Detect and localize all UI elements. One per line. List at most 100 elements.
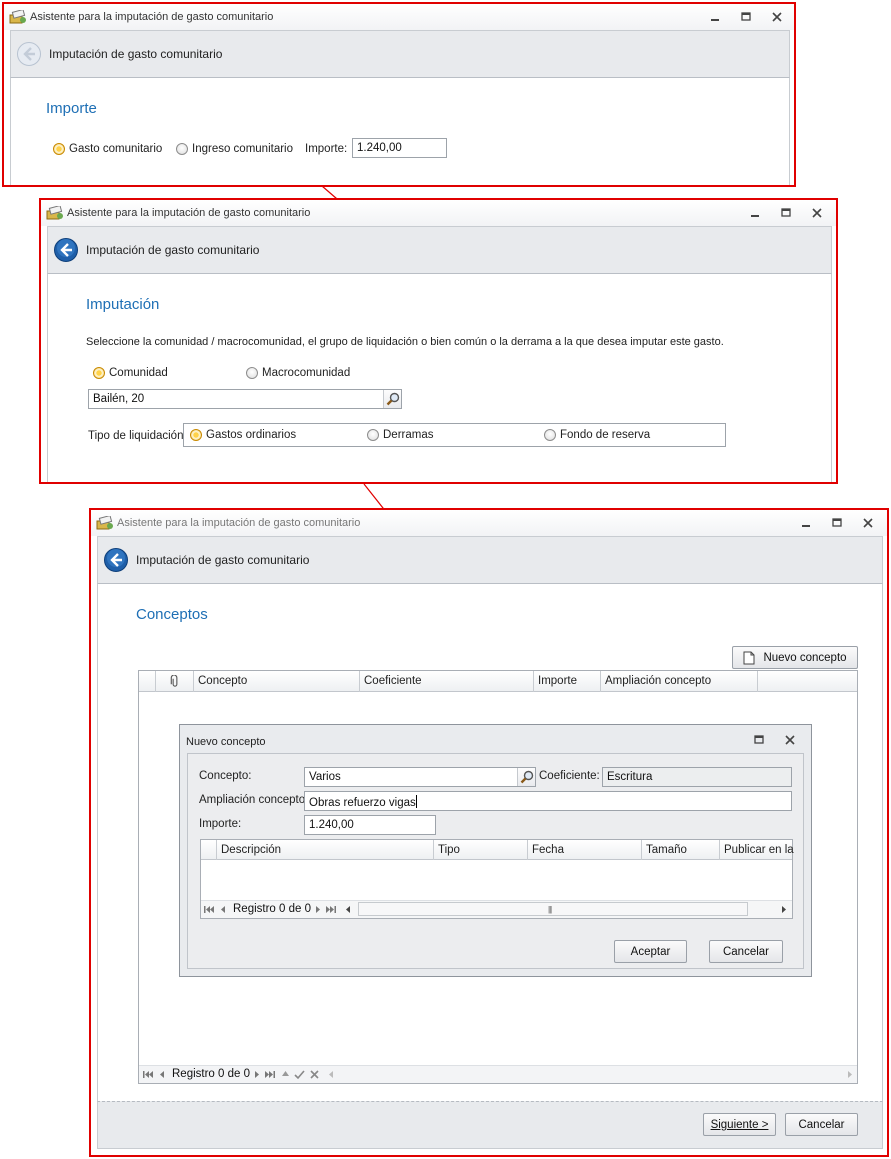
- dialog-body: Concepto: Varios Coeficiente: Escritura …: [187, 753, 804, 969]
- step1-highlight: Asistente para la imputación de gasto co…: [2, 2, 796, 187]
- new-document-icon: [743, 651, 755, 664]
- column-tipo[interactable]: Tipo: [434, 840, 528, 860]
- column-coeficiente[interactable]: Coeficiente: [360, 671, 534, 692]
- column-fecha[interactable]: Fecha: [528, 840, 642, 860]
- concepto-input[interactable]: Varios: [304, 767, 536, 787]
- record-counter: Registro 0 de 0: [172, 1068, 250, 1080]
- importe-value: 1.240,00: [309, 819, 354, 831]
- importe-input[interactable]: 1.240,00: [352, 138, 447, 158]
- importe-input[interactable]: 1.240,00: [304, 815, 436, 835]
- comunidad-value: Bailén, 20: [93, 393, 145, 405]
- radio-ingreso-comunitario[interactable]: Ingreso comunitario: [176, 143, 293, 155]
- step3-window: Asistente para la imputación de gasto co…: [91, 510, 887, 1155]
- back-arrow-icon[interactable]: [16, 41, 42, 67]
- radio-fondo-reserva[interactable]: Fondo de reserva: [544, 429, 650, 441]
- radio-label: Fondo de reserva: [560, 429, 651, 441]
- previous-record-icon[interactable]: [218, 904, 229, 915]
- first-record-icon[interactable]: [203, 904, 214, 915]
- app-icon: [9, 8, 27, 24]
- minimize-icon[interactable]: [797, 515, 815, 531]
- ampliacion-concepto-input[interactable]: Obras refuerzo vigas: [304, 791, 792, 811]
- ampliacion-concepto-label: Ampliación concepto:: [199, 794, 309, 806]
- search-icon[interactable]: [517, 768, 535, 786]
- radio-macrocomunidad[interactable]: Macrocomunidad: [246, 367, 350, 379]
- minimize-icon[interactable]: [706, 9, 724, 25]
- radio-label: Macrocomunidad: [262, 367, 351, 379]
- close-icon[interactable]: [768, 9, 786, 25]
- scroll-left-icon[interactable]: [326, 1069, 337, 1080]
- dialog-title: Nuevo concepto: [186, 736, 266, 748]
- radio-checked-icon: [93, 367, 105, 379]
- ampliacion-concepto-value: Obras refuerzo vigas: [309, 797, 416, 809]
- previous-record-icon[interactable]: [157, 1069, 168, 1080]
- comunidad-input[interactable]: Bailén, 20: [88, 389, 402, 409]
- minimize-icon[interactable]: [746, 205, 764, 221]
- maximize-icon[interactable]: [750, 732, 768, 748]
- window-title: Asistente para la imputación de gasto co…: [67, 207, 311, 219]
- column-tamano[interactable]: Tamaño: [642, 840, 720, 860]
- radio-gasto-comunitario[interactable]: Gasto comunitario: [53, 143, 162, 155]
- wizard-footer: Siguiente > Cancelar: [97, 1101, 883, 1149]
- radio-label: Comunidad: [109, 367, 168, 379]
- last-record-icon[interactable]: [265, 1069, 276, 1080]
- section-title: Conceptos: [136, 606, 208, 623]
- back-arrow-icon[interactable]: [53, 237, 79, 263]
- column-ampliacion-concepto[interactable]: Ampliación concepto: [601, 671, 758, 692]
- horizontal-scrollbar[interactable]: |||: [358, 902, 748, 916]
- coeficiente-input[interactable]: Escritura: [602, 767, 792, 787]
- title-bar: Asistente para la imputación de gasto co…: [91, 510, 887, 536]
- close-icon[interactable]: [808, 205, 826, 221]
- confirm-check-icon[interactable]: [294, 1069, 305, 1080]
- radio-comunidad[interactable]: Comunidad: [93, 367, 168, 379]
- button-label: Cancelar: [722, 945, 770, 958]
- grid-header: Descripción Tipo Fecha Tamaño Publicar e…: [201, 840, 794, 860]
- grid-indicator-column: [201, 840, 217, 860]
- next-record-icon[interactable]: [251, 1069, 262, 1080]
- tipo-liquidacion-group: Gastos ordinarios Derramas Fondo de rese…: [183, 423, 726, 447]
- cancelar-button[interactable]: Cancelar: [709, 940, 783, 963]
- scroll-right-icon[interactable]: [778, 904, 789, 915]
- header-title: Imputación de gasto comunitario: [49, 47, 223, 61]
- search-icon[interactable]: [383, 390, 401, 408]
- cancel-x-icon[interactable]: [309, 1069, 320, 1080]
- next-record-icon[interactable]: [312, 904, 323, 915]
- nuevo-concepto-button[interactable]: Nuevo concepto: [732, 646, 858, 669]
- button-label: Cancelar: [798, 1118, 845, 1131]
- back-arrow-icon[interactable]: [103, 547, 129, 573]
- wizard-header: Imputación de gasto comunitario: [10, 30, 790, 78]
- last-record-icon[interactable]: [326, 904, 337, 915]
- grid-header: Concepto Coeficiente Importe Ampliación …: [139, 671, 857, 692]
- header-title: Imputación de gasto comunitario: [86, 243, 260, 257]
- add-record-icon[interactable]: [280, 1069, 291, 1080]
- attachment-column[interactable]: [156, 671, 194, 692]
- step2-highlight: Asistente para la imputación de gasto co…: [39, 198, 838, 484]
- column-descripcion[interactable]: Descripción: [217, 840, 434, 860]
- radio-label: Gastos ordinarios: [206, 429, 297, 441]
- coeficiente-label: Coeficiente:: [539, 770, 600, 782]
- radio-gastos-ordinarios[interactable]: Gastos ordinarios: [190, 429, 296, 441]
- step3-content: Conceptos Nuevo concepto Concepto Coefic…: [97, 584, 883, 1101]
- text-cursor: [415, 795, 417, 808]
- cancelar-wizard-button[interactable]: Cancelar: [785, 1113, 858, 1136]
- maximize-icon[interactable]: [737, 9, 755, 25]
- radio-label: Derramas: [383, 429, 434, 441]
- scroll-right-icon[interactable]: [844, 1069, 855, 1080]
- radio-checked-icon: [190, 429, 202, 441]
- siguiente-button[interactable]: Siguiente >: [703, 1113, 776, 1136]
- close-icon[interactable]: [859, 515, 877, 531]
- first-record-icon[interactable]: [142, 1069, 153, 1080]
- scroll-left-icon[interactable]: [343, 904, 354, 915]
- column-publicar-web[interactable]: Publicar en la w: [720, 840, 794, 860]
- radio-derramas[interactable]: Derramas: [367, 429, 433, 441]
- maximize-icon[interactable]: [828, 515, 846, 531]
- column-concepto[interactable]: Concepto: [194, 671, 360, 692]
- close-icon[interactable]: [781, 732, 799, 748]
- step3-highlight: Asistente para la imputación de gasto co…: [89, 508, 889, 1157]
- column-importe[interactable]: Importe: [534, 671, 601, 692]
- step2-window: Asistente para la imputación de gasto co…: [41, 200, 836, 482]
- radio-unchecked-icon: [544, 429, 556, 441]
- window-title: Asistente para la imputación de gasto co…: [30, 11, 274, 23]
- maximize-icon[interactable]: [777, 205, 795, 221]
- title-bar: Asistente para la imputación de gasto co…: [4, 4, 794, 30]
- aceptar-button[interactable]: Aceptar: [614, 940, 687, 963]
